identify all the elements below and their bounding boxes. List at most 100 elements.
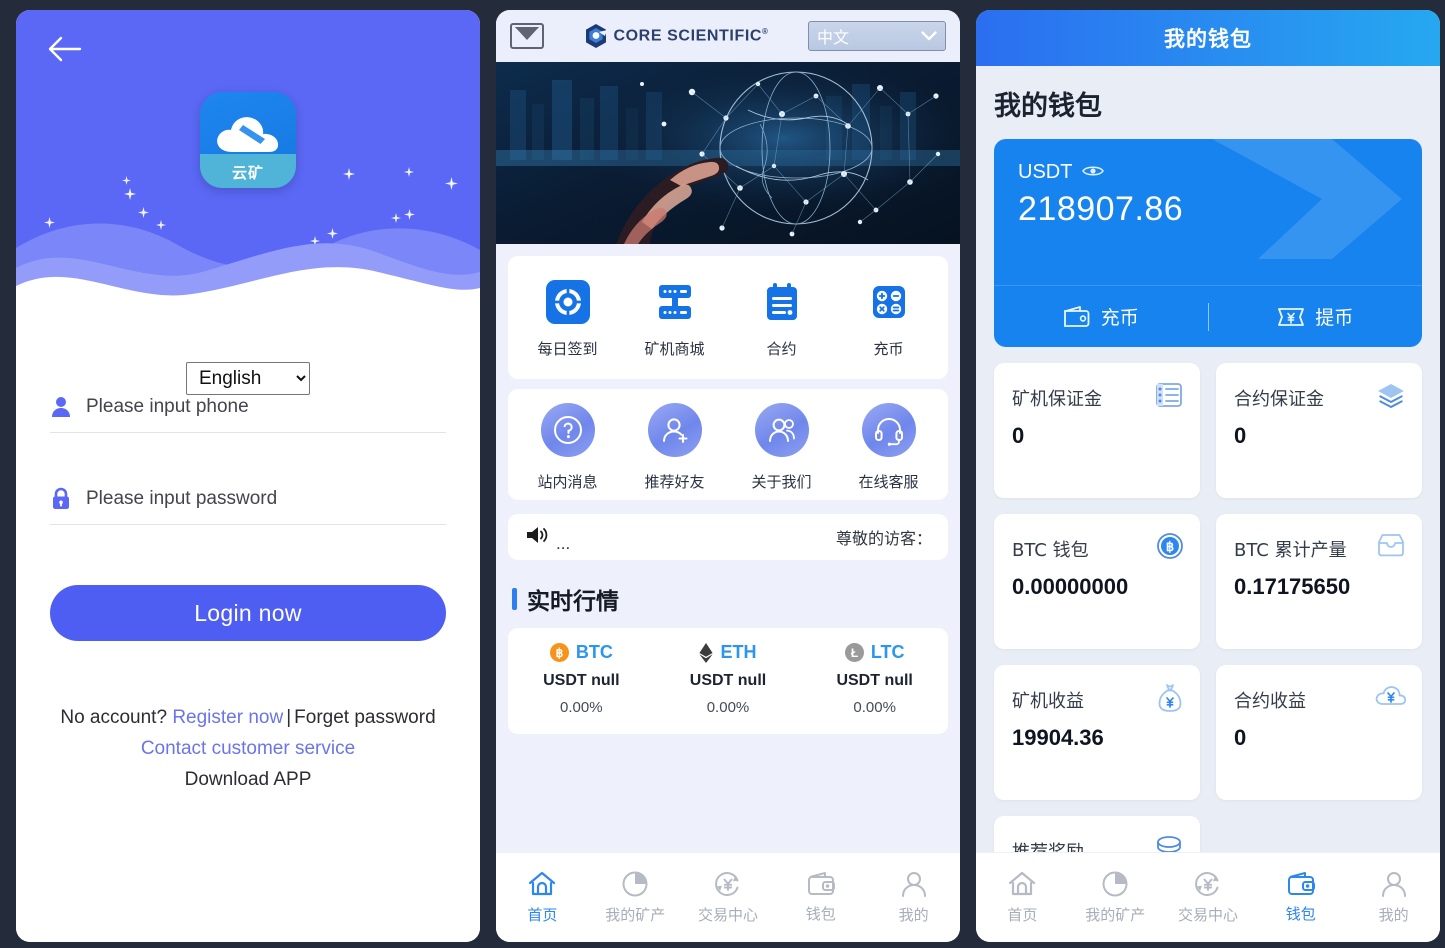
stat-value: 0 bbox=[1012, 423, 1025, 448]
tab-label: 我的矿产 bbox=[1085, 906, 1146, 924]
yen-exchange-icon bbox=[715, 872, 739, 896]
menu-label: 矿机商城 bbox=[644, 340, 705, 358]
login-panel: 云矿 English中文日本語한국어 bbox=[16, 10, 480, 942]
login-button[interactable]: Login now bbox=[50, 585, 446, 641]
mail-icon[interactable] bbox=[510, 23, 544, 49]
tab-label: 交易中心 bbox=[697, 906, 758, 924]
deposit-label: 充币 bbox=[1100, 307, 1139, 329]
menu-item-about-us[interactable]: 关于我们 bbox=[728, 403, 835, 492]
link-separator: | bbox=[286, 707, 292, 728]
menu-item-recharge[interactable]: 充币 bbox=[835, 280, 942, 359]
svg-text:฿: ฿ bbox=[1166, 539, 1174, 554]
language-select[interactable]: English中文日本語한국어 bbox=[186, 362, 310, 395]
app-logo: 云矿 bbox=[200, 92, 296, 188]
menu-label: 充币 bbox=[873, 340, 904, 358]
wallet-in-icon bbox=[1063, 305, 1090, 327]
language-dropdown[interactable]: 中文 bbox=[808, 21, 946, 51]
menu-item-invite-friends[interactable]: 推荐好友 bbox=[621, 403, 728, 492]
withdraw-label: 提币 bbox=[1315, 307, 1354, 329]
language-select-wrapper: English中文日本語한국어 bbox=[186, 362, 310, 395]
password-input[interactable] bbox=[86, 487, 446, 510]
inbox-icon bbox=[1376, 532, 1406, 563]
target-icon bbox=[545, 280, 590, 324]
wallet-header: 我的钱包 bbox=[976, 10, 1440, 66]
quote-price: USDT null bbox=[836, 672, 913, 689]
menu-item-online-service[interactable]: 在线客服 bbox=[835, 403, 942, 492]
tab-wallet[interactable]: 钱包 bbox=[774, 871, 867, 924]
quote-item[interactable]: ETH USDT null 0.00% bbox=[655, 642, 802, 716]
tab-label: 钱包 bbox=[805, 905, 836, 923]
stat-card-miner-deposit[interactable]: 矿机保证金 0 bbox=[994, 363, 1200, 498]
quote-price: USDT null bbox=[543, 672, 620, 689]
tab-trade-center[interactable]: 交易中心 bbox=[1162, 870, 1255, 925]
arrow-left-icon[interactable] bbox=[42, 26, 88, 72]
quote-item[interactable]: ฿ BTC USDT null 0.00% bbox=[508, 642, 655, 716]
deposit-button[interactable]: 充币 bbox=[994, 303, 1208, 330]
tab-profile[interactable]: 我的 bbox=[867, 870, 960, 925]
notice-text: ... bbox=[556, 534, 571, 553]
menu-item-daily-checkin[interactable]: 每日签到 bbox=[514, 280, 621, 359]
balance-currency: USDT bbox=[1018, 161, 1073, 183]
tab-my-mining[interactable]: 我的矿产 bbox=[1069, 870, 1162, 925]
balance-amount: 218907.86 bbox=[1018, 190, 1184, 228]
speaker-icon bbox=[524, 523, 550, 552]
tab-wallet[interactable]: 钱包 bbox=[1254, 871, 1347, 924]
forget-password-link[interactable]: Forget password bbox=[294, 707, 436, 728]
quote-change: 0.00% bbox=[560, 699, 603, 716]
stat-card-btc-wallet[interactable]: BTC 钱包 0.00000000 ฿ bbox=[994, 514, 1200, 649]
password-field[interactable] bbox=[50, 477, 446, 525]
stat-card-miner-income[interactable]: 矿机收益 19904.36 bbox=[994, 665, 1200, 800]
register-link[interactable]: Register now bbox=[172, 707, 283, 728]
bitcoin-icon: ฿ bbox=[1156, 532, 1184, 565]
stat-card-contract-deposit[interactable]: 合约保证金 0 bbox=[1216, 363, 1422, 498]
tab-label: 首页 bbox=[527, 906, 558, 924]
wallet-content: 我的钱包 USDT 218907.86 充币 提币 矿机保证金 0 合约保证金 … bbox=[976, 66, 1440, 852]
money-bag-icon bbox=[1156, 683, 1184, 718]
tab-profile[interactable]: 我的 bbox=[1347, 870, 1440, 925]
star-decor bbox=[445, 177, 458, 190]
stat-card-btc-output[interactable]: BTC 累计产量 0.17175650 bbox=[1216, 514, 1422, 649]
usdt-balance-card: USDT 218907.86 充币 提币 bbox=[994, 139, 1422, 347]
server-list-icon bbox=[1154, 381, 1184, 414]
person-icon bbox=[1381, 872, 1406, 897]
tab-label: 首页 bbox=[1007, 906, 1038, 924]
tab-my-mining[interactable]: 我的矿产 bbox=[589, 870, 682, 925]
chevron-down-icon bbox=[921, 31, 937, 41]
tab-trade-center[interactable]: 交易中心 bbox=[682, 870, 775, 925]
eye-icon[interactable] bbox=[1082, 161, 1105, 184]
lock-icon bbox=[50, 487, 72, 510]
notice-bar[interactable]: ... 尊敬的访客： bbox=[508, 514, 948, 560]
stat-card-contract-income[interactable]: 合约收益 0 bbox=[1216, 665, 1422, 800]
hero-banner bbox=[496, 62, 960, 244]
tab-label: 我的矿产 bbox=[605, 906, 666, 924]
calculator-icon bbox=[872, 286, 905, 318]
tab-label: 我的 bbox=[898, 906, 929, 924]
contact-service-link[interactable]: Contact customer service bbox=[141, 738, 355, 759]
stat-card-referral-reward[interactable]: 推荐奖励 bbox=[994, 816, 1200, 852]
home-content: 每日签到 矿机商城 合约 充币 站内消息 推荐好友 关于我们 在线客服 ... … bbox=[496, 244, 960, 852]
headset-icon bbox=[861, 403, 916, 457]
tab-home[interactable]: 首页 bbox=[976, 870, 1069, 925]
menu-item-contract[interactable]: 合约 bbox=[728, 280, 835, 359]
quote-change: 0.00% bbox=[706, 699, 750, 716]
menu-label: 在线客服 bbox=[858, 473, 919, 491]
menu-item-miner-mall[interactable]: 矿机商城 bbox=[621, 280, 728, 359]
star-decor bbox=[124, 188, 136, 200]
coin-stack-icon bbox=[1154, 834, 1184, 852]
question-circle-icon bbox=[540, 403, 595, 457]
stat-value: 0 bbox=[1234, 725, 1247, 750]
tab-home[interactable]: 首页 bbox=[496, 870, 589, 925]
ethereum-icon bbox=[699, 642, 714, 663]
download-app-link[interactable]: Download APP bbox=[50, 765, 446, 796]
menu-label: 每日签到 bbox=[537, 340, 598, 358]
quote-change: 0.00% bbox=[853, 699, 896, 716]
logo-text: 云矿 bbox=[231, 164, 264, 182]
withdraw-button[interactable]: 提币 bbox=[1209, 303, 1423, 330]
quote-item[interactable]: Ł LTC USDT null 0.00% bbox=[801, 642, 948, 716]
secondary-menu-grid: 站内消息 推荐好友 关于我们 在线客服 bbox=[508, 389, 948, 500]
menu-item-site-message[interactable]: 站内消息 bbox=[514, 403, 621, 492]
login-form: English中文日本語한국어 bbox=[16, 362, 480, 942]
phone-input[interactable] bbox=[86, 396, 446, 418]
svg-text:Ł: Ł bbox=[851, 646, 858, 660]
menu-label: 合约 bbox=[766, 340, 797, 358]
